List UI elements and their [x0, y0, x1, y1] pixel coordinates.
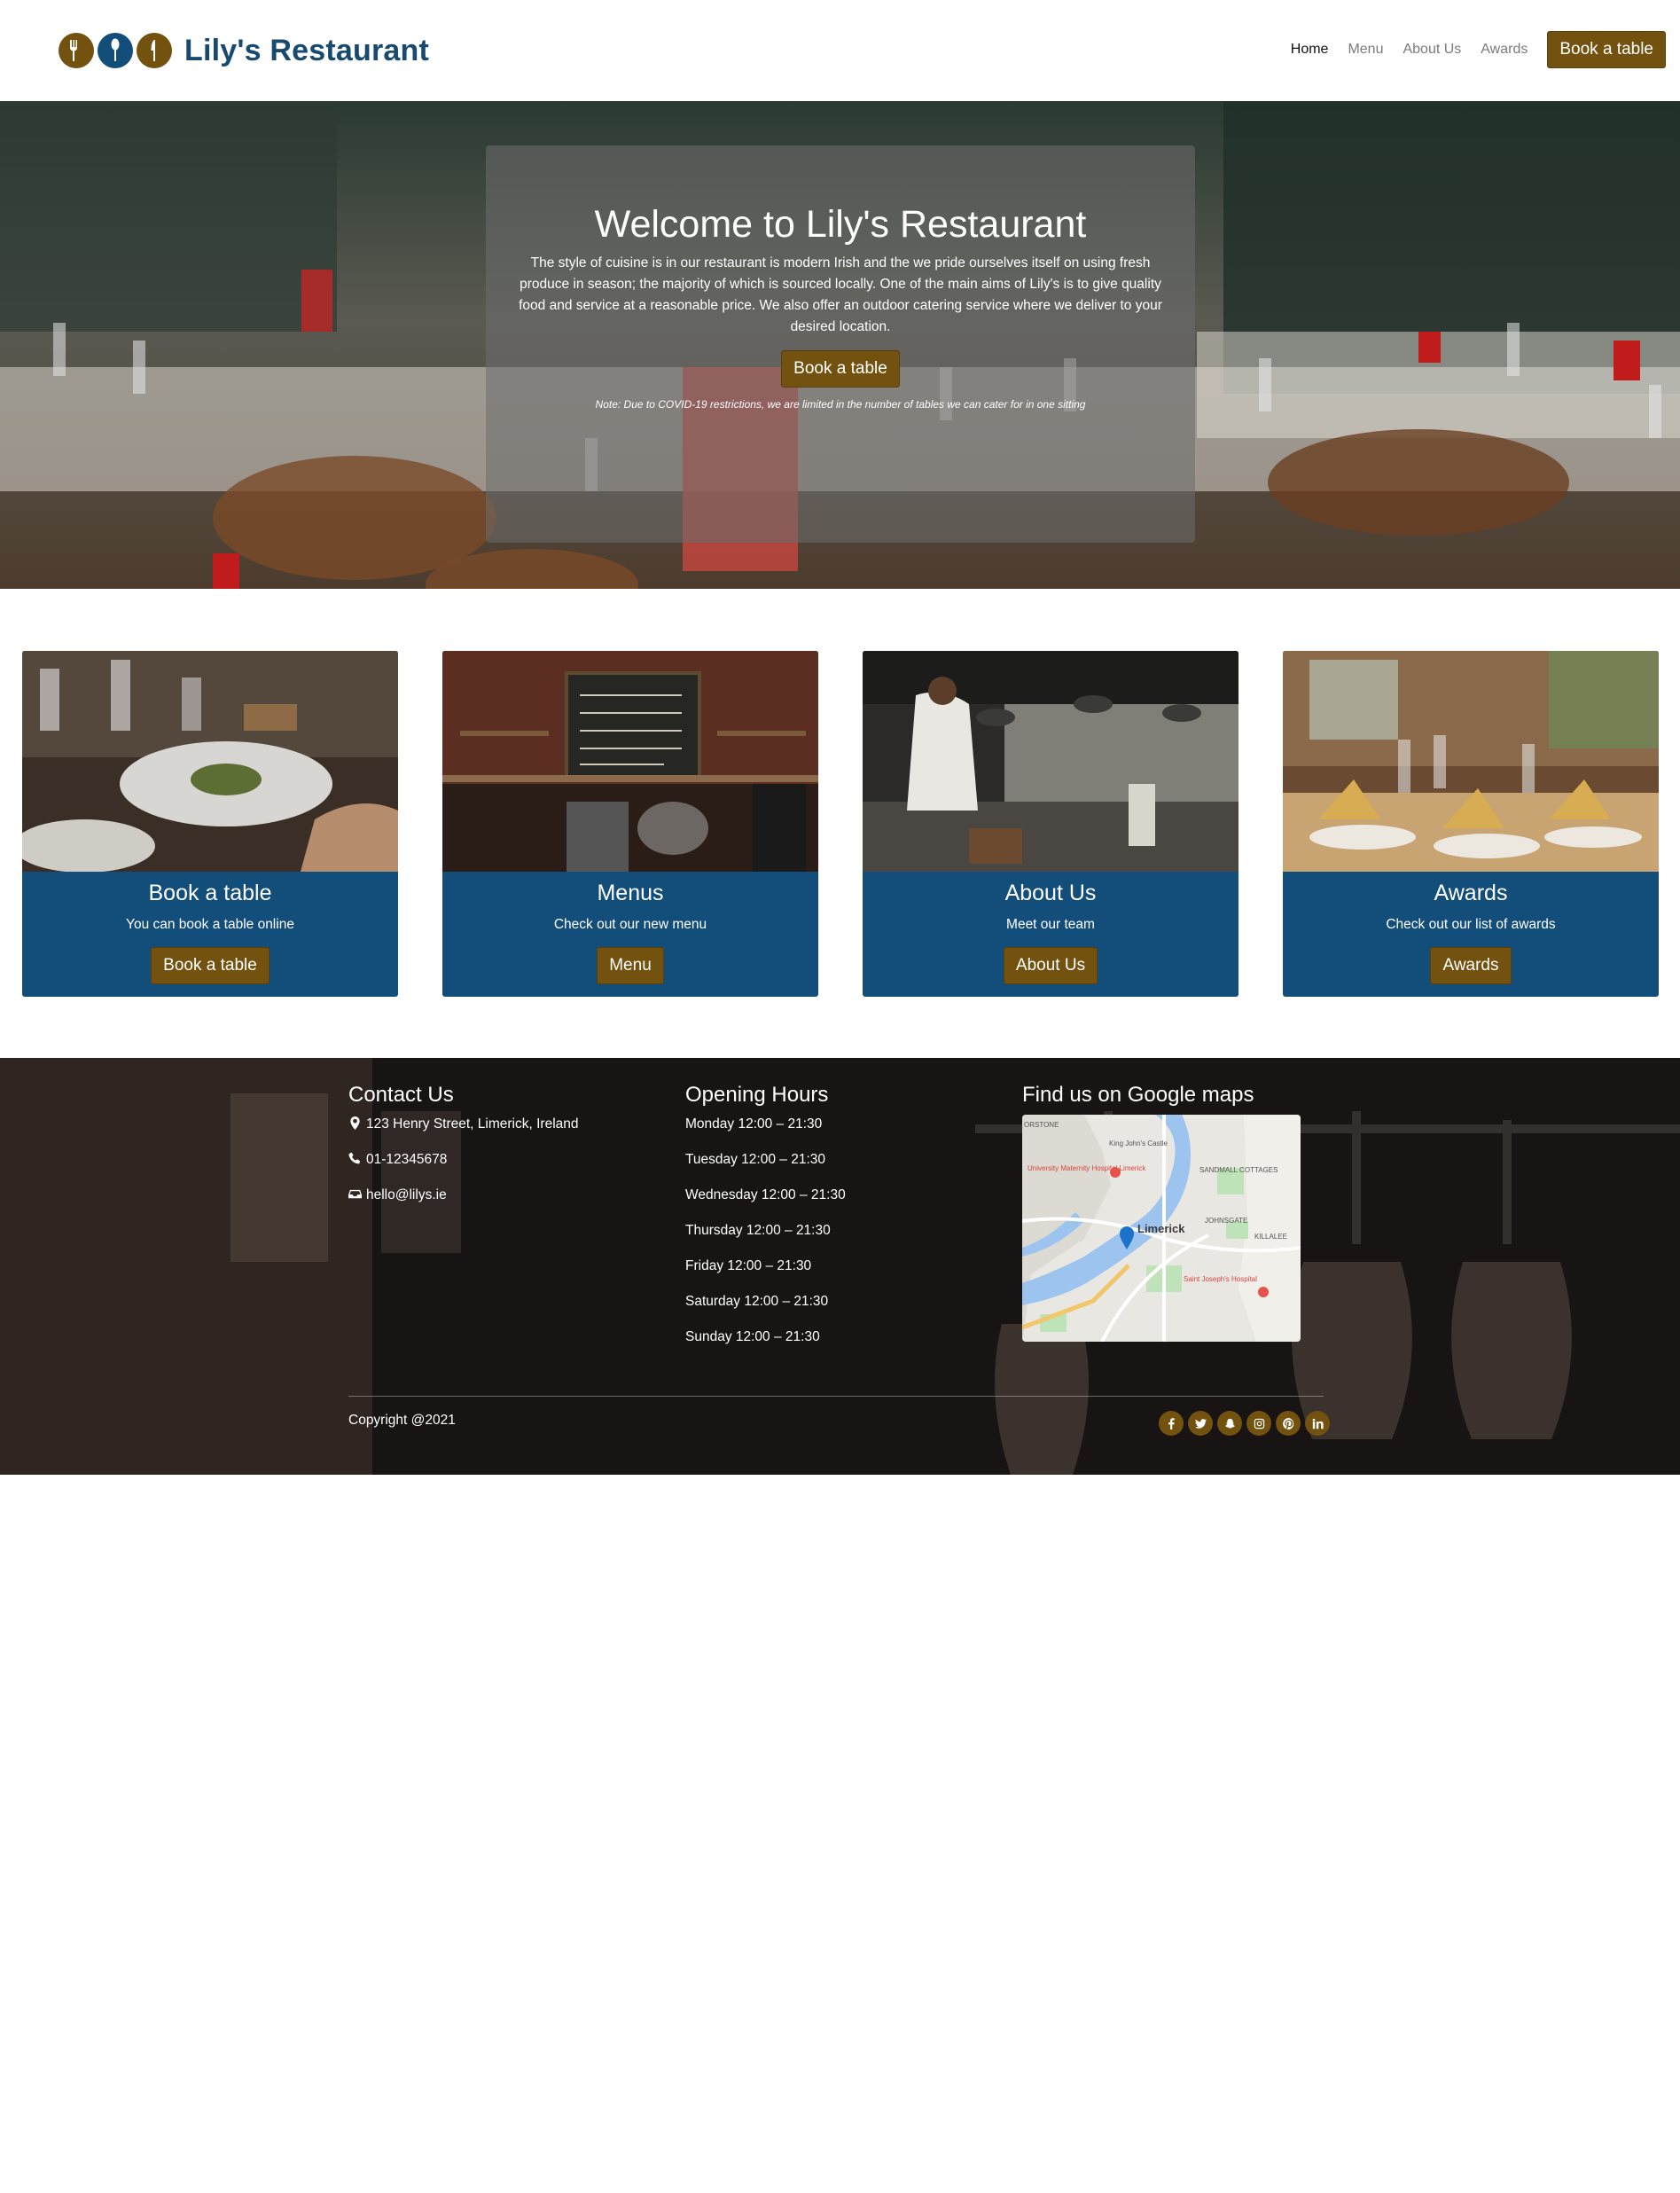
hours-thursday: Thursday 12:00 – 21:30: [685, 1223, 831, 1238]
hours-heading: Opening Hours: [685, 1083, 829, 1107]
nav-book-table-button[interactable]: Book a table: [1547, 31, 1666, 68]
map-label-thorstone: ORSTONE: [1024, 1121, 1059, 1129]
hero-title: Welcome to Lily's Restaurant: [594, 203, 1087, 246]
logo-icon: [59, 33, 172, 68]
card-awards-button[interactable]: Awards: [1430, 947, 1512, 984]
map-label-hospital: University Maternity Hospital Limerick: [1028, 1164, 1146, 1172]
brand-name: Lily's Restaurant: [184, 33, 430, 67]
spoon-icon: [98, 33, 133, 68]
card-title: Awards: [1434, 881, 1508, 905]
map-label-limerick: Limerick: [1137, 1222, 1185, 1235]
main-nav: Home Menu About Us Awards Book a table: [1291, 31, 1666, 68]
contact-address: 123 Henry Street, Limerick, Ireland: [348, 1116, 579, 1152]
instagram-icon[interactable]: [1246, 1411, 1271, 1436]
contact-heading: Contact Us: [348, 1083, 454, 1107]
map-label-johnsgate: JOHNSGATE: [1205, 1217, 1247, 1225]
card-book-table-button[interactable]: Book a table: [151, 947, 270, 984]
footer-opening-hours: Opening Hours Monday 12:00 – 21:30 Tuesd…: [685, 1083, 846, 1365]
nav-home[interactable]: Home: [1291, 42, 1329, 58]
snapchat-icon[interactable]: [1217, 1411, 1242, 1436]
address-text: 123 Henry Street, Limerick, Ireland: [366, 1116, 579, 1132]
fork-icon: [59, 33, 94, 68]
hero-covid-note: Note: Due to COVID-19 restrictions, we a…: [595, 398, 1086, 411]
card-about-us-button[interactable]: About Us: [1003, 947, 1098, 984]
copyright-text: Copyright @2021: [348, 1413, 456, 1428]
card-awards: Awards Check out our list of awards Awar…: [1283, 651, 1659, 997]
card-title: About Us: [1004, 881, 1097, 905]
twitter-icon[interactable]: [1188, 1411, 1213, 1436]
card-menus: Menus Check out our new menu Menu: [442, 651, 818, 997]
hero-book-table-button[interactable]: Book a table: [781, 350, 900, 388]
knife-icon: [137, 33, 172, 68]
card-subtitle: Meet our team: [1006, 917, 1095, 932]
map-label-sandmall: SANDMALL COTTAGES: [1199, 1166, 1278, 1174]
nav-about-us[interactable]: About Us: [1403, 42, 1461, 58]
footer-contact: Contact Us 123 Henry Street, Limerick, I…: [348, 1083, 579, 1223]
inbox-icon: [348, 1187, 363, 1202]
feature-cards: Book a table You can book a table online…: [22, 651, 1659, 997]
hero-card: Welcome to Lily's Restaurant The style o…: [486, 145, 1195, 543]
card-subtitle: You can book a table online: [126, 917, 294, 932]
email-text[interactable]: hello@lilys.ie: [366, 1187, 447, 1203]
pinterest-icon[interactable]: [1276, 1411, 1301, 1436]
card-title: Menus: [597, 881, 664, 905]
card-about-us: About Us Meet our team About Us: [863, 651, 1239, 997]
phone-text: 01-12345678: [366, 1152, 448, 1167]
phone-icon: [348, 1152, 363, 1166]
footer-map: Find us on Google maps Limerick Universi…: [1022, 1083, 1301, 1342]
map-label-killalee: KILLALEE: [1254, 1233, 1287, 1241]
navbar: Lily's Restaurant Home Menu About Us Awa…: [0, 0, 1680, 101]
hours-saturday: Saturday 12:00 – 21:30: [685, 1294, 829, 1309]
hours-wednesday: Wednesday 12:00 – 21:30: [685, 1187, 846, 1202]
contact-phone: 01-12345678: [348, 1152, 579, 1187]
card-subtitle: Check out our new menu: [553, 917, 707, 932]
card-title: Book a table: [148, 881, 272, 905]
card-book-table: Book a table You can book a table online…: [22, 651, 398, 997]
facebook-icon[interactable]: [1159, 1411, 1184, 1436]
card-image-kitchen: [863, 651, 1239, 872]
map-marker-icon: [348, 1116, 363, 1131]
card-image-cafe-counter: [442, 651, 818, 872]
linkedin-icon[interactable]: [1305, 1411, 1330, 1436]
card-menu-button[interactable]: Menu: [597, 947, 664, 984]
brand-logo-link[interactable]: Lily's Restaurant: [59, 28, 429, 73]
map-label-castle: King John's Castle: [1109, 1140, 1168, 1147]
card-subtitle: Check out our list of awards: [1386, 917, 1556, 932]
contact-email: hello@lilys.ie: [348, 1187, 579, 1223]
hours-tuesday: Tuesday 12:00 – 21:30: [685, 1152, 825, 1167]
card-image-table-setting: [1283, 651, 1659, 872]
footer-divider: [348, 1396, 1324, 1397]
social-links: [1159, 1411, 1330, 1436]
hero-section: Welcome to Lily's Restaurant The style o…: [0, 101, 1680, 589]
map-label-stjoseph: Saint Joseph's Hospital: [1184, 1275, 1257, 1283]
hours-sunday: Sunday 12:00 – 21:30: [685, 1329, 820, 1344]
nav-awards[interactable]: Awards: [1481, 42, 1528, 58]
footer: Contact Us 123 Henry Street, Limerick, I…: [0, 1058, 1680, 1475]
hero-description: The style of cuisine is in our restauran…: [519, 255, 1162, 335]
hours-monday: Monday 12:00 – 21:30: [685, 1116, 823, 1132]
card-image-dining: [22, 651, 398, 872]
hours-friday: Friday 12:00 – 21:30: [685, 1258, 812, 1273]
nav-menu[interactable]: Menu: [1348, 42, 1383, 58]
google-map-embed[interactable]: Limerick University Maternity Hospital L…: [1022, 1115, 1301, 1342]
map-heading: Find us on Google maps: [1022, 1083, 1254, 1107]
